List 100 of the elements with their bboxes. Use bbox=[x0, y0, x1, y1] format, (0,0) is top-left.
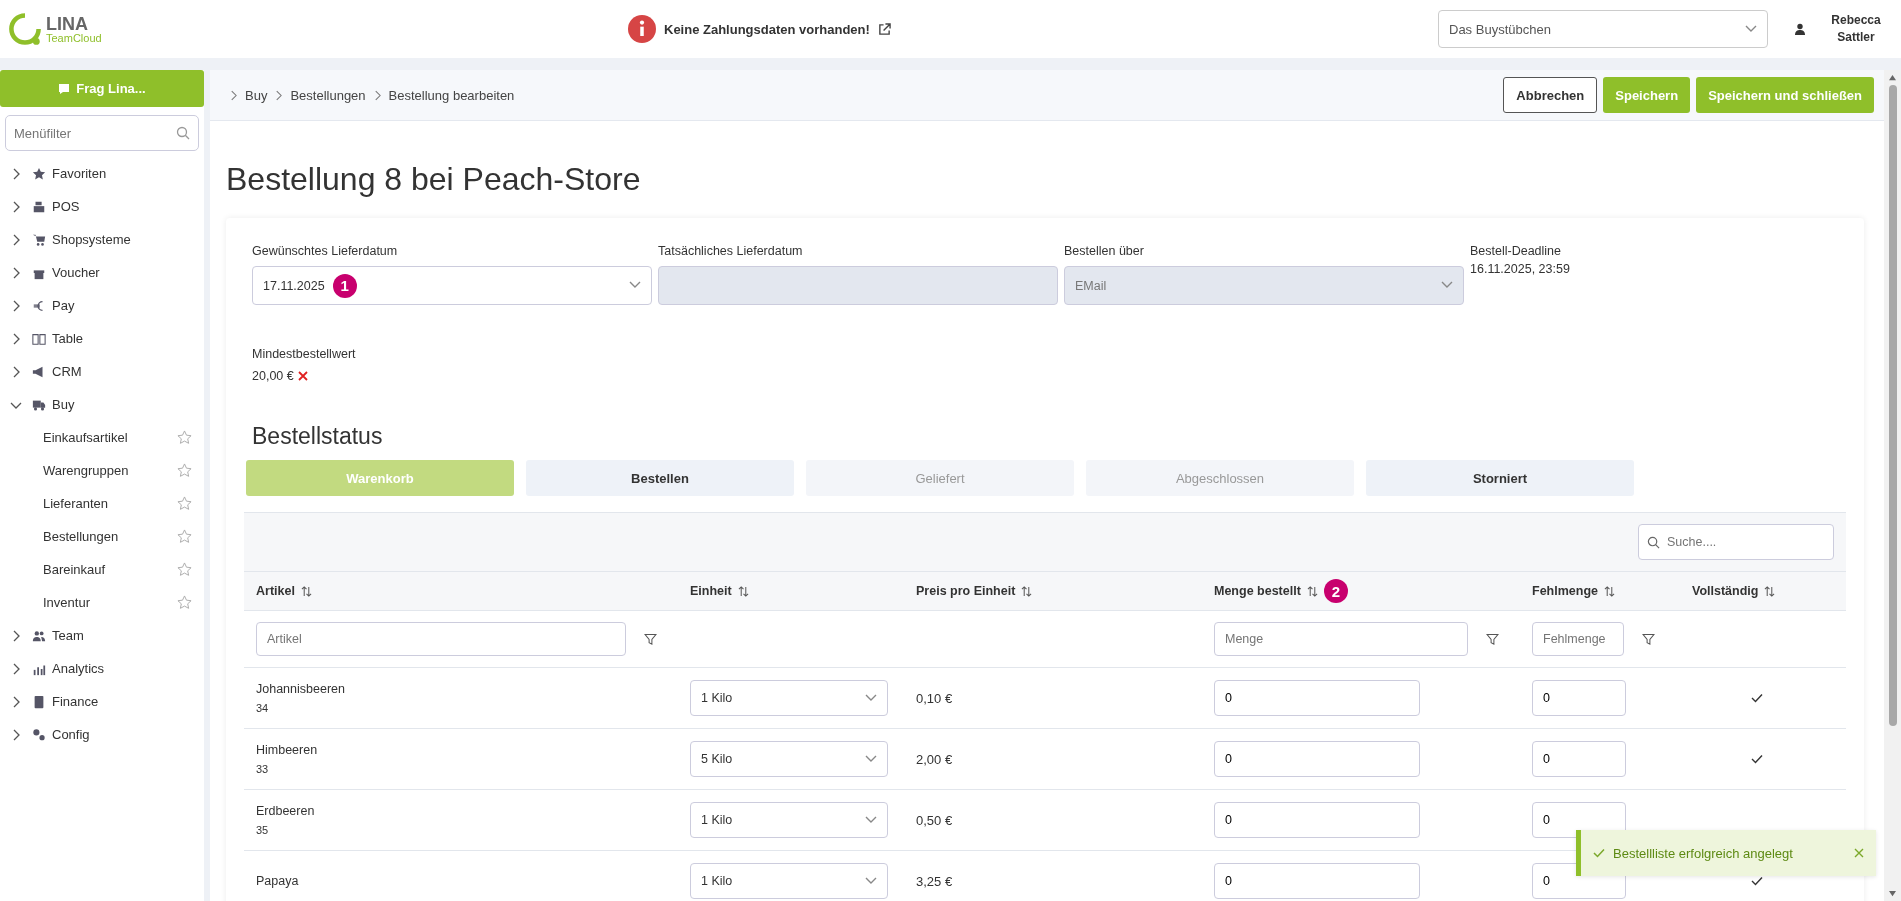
page-title: Bestellung 8 bei Peach-Store bbox=[226, 161, 642, 198]
unit-select[interactable]: 5 Kilo bbox=[690, 741, 888, 777]
sort-icon[interactable] bbox=[1306, 585, 1318, 597]
quantity-field[interactable]: 0 bbox=[1214, 680, 1420, 716]
filter-field[interactable]: Menge bbox=[1214, 622, 1468, 656]
column-header[interactable]: Einheit bbox=[690, 584, 732, 598]
nav-item[interactable]: CRM bbox=[0, 355, 204, 388]
menu-filter-field[interactable]: Menüfilter bbox=[5, 115, 199, 151]
filter-icon[interactable] bbox=[1642, 632, 1655, 646]
search-icon bbox=[1647, 536, 1660, 549]
chevron-icon bbox=[12, 332, 20, 345]
user-name[interactable]: Rebecca Sattler bbox=[1826, 12, 1886, 46]
nav-item[interactable]: Voucher bbox=[0, 256, 204, 289]
table-cell: 0,50 € bbox=[916, 812, 953, 828]
status-step-button[interactable]: Bestellen bbox=[526, 460, 794, 496]
chevron-down-icon bbox=[1745, 25, 1757, 33]
article-id: 34 bbox=[256, 702, 269, 714]
filter-icon[interactable] bbox=[1486, 632, 1499, 646]
nav-item[interactable]: Buy bbox=[0, 388, 204, 421]
unit-select[interactable]: 1 Kilo bbox=[690, 680, 888, 716]
check-icon bbox=[1593, 848, 1605, 858]
nav-subitem[interactable]: Bestellungen bbox=[0, 520, 204, 553]
table-cell: 3,25 € bbox=[916, 873, 953, 889]
chevron-icon bbox=[275, 89, 283, 101]
article-name: Erdbeeren bbox=[256, 804, 315, 818]
missing-quantity-field[interactable]: 0 bbox=[1532, 680, 1626, 716]
field-label: Tatsächliches Lieferdatum bbox=[658, 244, 804, 258]
article-name: Papaya bbox=[256, 874, 299, 888]
breadcrumb-link[interactable]: Buy bbox=[245, 87, 268, 103]
field-value: 20,00 € bbox=[252, 369, 294, 383]
scroll-up-icon[interactable] bbox=[1888, 74, 1897, 81]
quantity-field[interactable]: 0 bbox=[1214, 802, 1420, 838]
nav-item[interactable]: Pay bbox=[0, 289, 204, 322]
article-id: 35 bbox=[256, 824, 269, 836]
sort-icon[interactable] bbox=[300, 585, 312, 597]
sort-icon[interactable] bbox=[737, 585, 749, 597]
chevron-down-icon bbox=[865, 877, 877, 885]
chevron-down-icon bbox=[865, 694, 877, 702]
chevron-down-icon bbox=[865, 755, 877, 763]
missing-quantity-field[interactable]: 0 bbox=[1532, 741, 1626, 777]
favorite-star-icon[interactable] bbox=[177, 496, 192, 511]
quantity-field[interactable]: 0 bbox=[1214, 863, 1420, 899]
chevron-icon bbox=[230, 89, 237, 101]
column-header[interactable]: Artikel bbox=[256, 584, 295, 598]
nav-subitem[interactable]: Warengruppen bbox=[0, 454, 204, 487]
column-header[interactable]: Menge bestellt bbox=[1214, 584, 1301, 598]
nav-item[interactable]: POS bbox=[0, 190, 204, 223]
breadcrumb-link[interactable]: Bestellung bearbeiten bbox=[388, 87, 515, 103]
external-link-icon[interactable] bbox=[877, 22, 891, 36]
marker-badge: 2 bbox=[1323, 579, 1348, 603]
nav-subitem[interactable]: Bareinkauf bbox=[0, 553, 204, 586]
favorite-star-icon[interactable] bbox=[177, 463, 192, 478]
filter-icon[interactable] bbox=[644, 632, 657, 646]
sort-icon[interactable] bbox=[1764, 585, 1776, 597]
filter-field[interactable]: Artikel bbox=[256, 622, 626, 656]
nav-item[interactable]: Shopsysteme bbox=[0, 223, 204, 256]
chevron-icon bbox=[12, 728, 20, 741]
nav-item[interactable]: Finance bbox=[0, 685, 204, 718]
sort-icon[interactable] bbox=[1021, 585, 1033, 597]
status-step-button[interactable]: Storniert bbox=[1366, 460, 1634, 496]
chevron-icon bbox=[12, 662, 20, 675]
cancel-button[interactable]: Abbrechen bbox=[1503, 77, 1598, 113]
nav-item[interactable]: Favoriten bbox=[0, 157, 204, 190]
select-field[interactable]: 17.11.2025 1 bbox=[252, 266, 652, 305]
chevron-icon bbox=[12, 233, 20, 246]
nav-item[interactable]: Config bbox=[0, 718, 204, 751]
favorite-star-icon[interactable] bbox=[177, 529, 192, 544]
people-icon bbox=[32, 628, 46, 643]
article-id: 33 bbox=[256, 763, 269, 775]
unit-select[interactable]: 1 Kilo bbox=[690, 802, 888, 838]
info-icon bbox=[628, 15, 656, 43]
column-header[interactable]: Preis pro Einheit bbox=[916, 584, 1016, 598]
favorite-star-icon[interactable] bbox=[177, 430, 192, 445]
nav-subitem[interactable]: Lieferanten bbox=[0, 487, 204, 520]
store-select[interactable]: Das Buystübchen bbox=[1438, 10, 1768, 48]
nav-item[interactable]: Table bbox=[0, 322, 204, 355]
favorite-star-icon[interactable] bbox=[177, 562, 192, 577]
chevron-icon bbox=[12, 695, 20, 708]
favorite-star-icon[interactable] bbox=[177, 595, 192, 610]
quantity-field[interactable]: 0 bbox=[1214, 741, 1420, 777]
column-header[interactable]: Fehlmenge bbox=[1532, 584, 1598, 598]
nav-item[interactable]: Team bbox=[0, 619, 204, 652]
scroll-down-icon[interactable] bbox=[1888, 890, 1897, 897]
search-field[interactable]: Suche.... bbox=[1638, 524, 1834, 560]
breadcrumb-link[interactable]: Bestellungen bbox=[290, 87, 366, 103]
logo-name: LINA bbox=[46, 14, 89, 33]
nav-subitem[interactable]: Einkaufsartikel bbox=[0, 421, 204, 454]
nav-subitem[interactable]: Inventur bbox=[0, 586, 204, 619]
filter-field[interactable]: Fehlmenge bbox=[1532, 622, 1624, 656]
column-header[interactable]: Vollständig bbox=[1692, 584, 1759, 598]
sort-icon[interactable] bbox=[1604, 585, 1615, 597]
chevron-down-icon bbox=[865, 816, 877, 824]
scrollbar[interactable] bbox=[1884, 70, 1901, 901]
toast-message: Bestellliste erfolgreich angelegt bbox=[1613, 845, 1794, 861]
field-label: Mindestbestellwert bbox=[252, 347, 357, 361]
unit-select[interactable]: 1 Kilo bbox=[690, 863, 888, 899]
chevron-icon bbox=[12, 200, 20, 213]
scrollbar-thumb[interactable] bbox=[1888, 85, 1897, 726]
nav-item[interactable]: Analytics bbox=[0, 652, 204, 685]
field-label: Bestellen über bbox=[1064, 244, 1145, 258]
